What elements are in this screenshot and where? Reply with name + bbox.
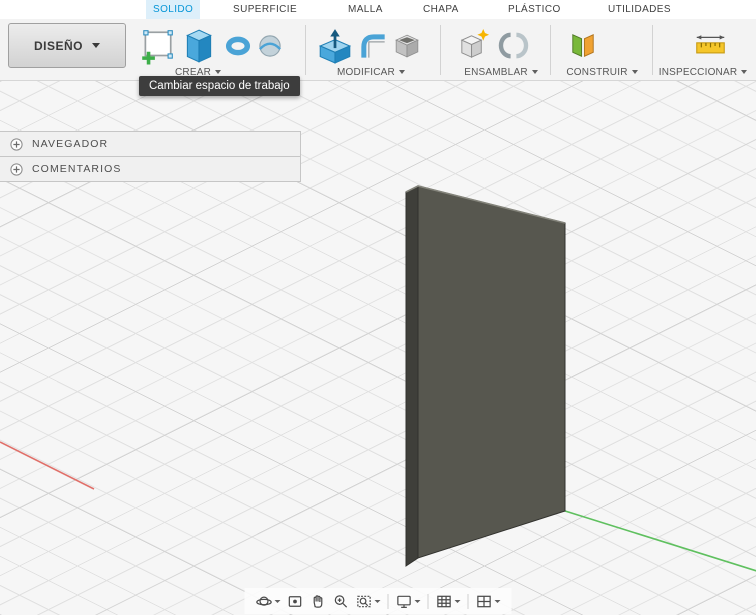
viewport-canvas[interactable]: NAVEGADOR COMENTARIOS (0, 81, 756, 615)
press-pull-icon (318, 29, 352, 64)
orbit-button[interactable] (253, 591, 284, 612)
chevron-down-icon (414, 599, 421, 603)
group-modificar-dropdown[interactable]: MODIFICAR (316, 65, 426, 79)
sweep-icon (259, 35, 281, 57)
tab-chapa[interactable]: CHAPA (416, 0, 466, 19)
tab-malla[interactable]: MALLA (341, 0, 390, 19)
toolbar-divider (550, 25, 551, 75)
group-ensamblar-label: ENSAMBLAR (464, 66, 528, 78)
sweep-button[interactable] (256, 32, 284, 60)
group-modificar-label: MODIFICAR (337, 66, 395, 78)
tab-utilidades[interactable]: UTILIDADES (601, 0, 678, 19)
group-inspeccionar-label: INSPECCIONAR (658, 66, 738, 78)
fillet-button[interactable] (358, 31, 388, 61)
look-at-icon (288, 595, 302, 607)
construct-plane-button[interactable] (566, 28, 601, 63)
main-toolbar: DISEÑO CREAR MODIFICAR ENSAMBLAR CONSTRU… (0, 19, 756, 81)
tab-superficie[interactable]: SUPERFICIE (226, 0, 304, 19)
group-construir-dropdown[interactable]: CONSTRUIR (552, 65, 652, 79)
orbit-icon (256, 596, 272, 606)
toolbar-divider (305, 25, 306, 75)
x-axis-line (0, 441, 95, 490)
workspace-selector-button[interactable]: DISEÑO (8, 23, 126, 68)
fusion-window: SOLIDO SUPERFICIE MALLA CHAPA PLÁSTICO U… (0, 0, 756, 615)
viewports-button[interactable] (473, 591, 504, 612)
revolve-icon (225, 36, 251, 56)
chevron-down-icon (398, 70, 405, 74)
group-construir-label: CONSTRUIR (566, 66, 628, 78)
panel-comentarios-header[interactable]: COMENTARIOS (0, 156, 301, 182)
measure-button[interactable] (694, 30, 727, 63)
panel-comentarios-label: COMENTARIOS (32, 163, 122, 175)
chevron-down-icon (494, 599, 501, 603)
joint-button[interactable] (496, 28, 531, 63)
chevron-down-icon (374, 599, 381, 603)
look-at-button[interactable] (284, 591, 307, 612)
create-sketch-button[interactable] (138, 27, 176, 65)
fillet-icon (361, 34, 385, 58)
fit-icon (357, 595, 371, 607)
workspace-selector-label: DISEÑO (33, 38, 83, 53)
zoom-button[interactable] (330, 591, 353, 612)
pan-hand-icon (313, 594, 323, 608)
group-inspeccionar-dropdown[interactable]: INSPECCIONAR (650, 65, 756, 79)
view-navigation-bar (244, 588, 512, 614)
create-sketch-icon (142, 30, 173, 65)
extrude-button[interactable] (180, 27, 218, 65)
navbar-divider (427, 593, 429, 609)
chevron-down-icon (454, 599, 461, 603)
new-component-icon (460, 28, 490, 58)
revolve-button[interactable] (224, 32, 252, 60)
pan-button[interactable] (307, 591, 330, 612)
zoom-icon (334, 594, 348, 608)
shell-icon (395, 34, 419, 58)
tab-solido[interactable]: SOLIDO (146, 0, 201, 19)
chevron-down-icon (631, 70, 638, 74)
chevron-down-icon (274, 599, 281, 603)
group-ensamblar-dropdown[interactable]: ENSAMBLAR (446, 65, 556, 79)
new-component-button[interactable] (456, 28, 491, 63)
display-settings-button[interactable] (393, 591, 424, 612)
workspace-tooltip: Cambiar espacio de trabajo (139, 76, 300, 96)
tab-plastico[interactable]: PLÁSTICO (501, 0, 568, 19)
navbar-divider (387, 593, 389, 609)
press-pull-button[interactable] (316, 27, 354, 65)
measure-ruler-icon (696, 35, 725, 54)
expand-plus-icon[interactable] (10, 162, 23, 176)
joint-icon (498, 32, 529, 59)
toolbar-divider (440, 25, 441, 75)
grid-display-button[interactable] (433, 591, 464, 612)
shell-button[interactable] (392, 31, 422, 61)
chevron-down-icon (215, 70, 221, 74)
toolbar-tab-strip: SOLIDO SUPERFICIE MALLA CHAPA PLÁSTICO U… (0, 0, 756, 19)
model-body-plate[interactable] (405, 185, 566, 567)
expand-plus-icon[interactable] (10, 137, 23, 151)
chevron-down-icon (741, 70, 748, 74)
panel-navegador-header[interactable]: NAVEGADOR (0, 131, 301, 157)
chevron-down-icon (531, 70, 538, 74)
navbar-divider (467, 593, 469, 609)
grid-icon (437, 595, 451, 607)
extrude-icon (186, 29, 212, 63)
display-settings-icon (397, 595, 411, 608)
viewports-icon (477, 595, 491, 607)
fit-button[interactable] (353, 591, 384, 612)
construct-plane-icon (572, 34, 594, 57)
chevron-down-icon (92, 43, 100, 48)
panel-navegador-label: NAVEGADOR (32, 138, 109, 150)
